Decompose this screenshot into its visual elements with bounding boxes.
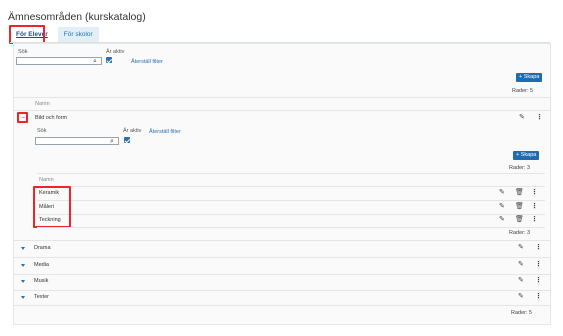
sub-table-row[interactable]: Keramik ✎ 🗑 ⋮	[37, 186, 545, 201]
row-name: Media	[34, 262, 49, 268]
caret-down-icon[interactable]	[21, 247, 25, 250]
sub-active-checkbox[interactable]	[124, 137, 130, 143]
pencil-icon[interactable]: ✎	[499, 203, 505, 210]
row-name: Drama	[34, 245, 51, 251]
caret-down-icon[interactable]	[21, 296, 25, 299]
rows-count: Rader: 5	[512, 88, 534, 94]
sub-rows-count-top: Rader: 3	[509, 165, 531, 171]
sub-table-row[interactable]: Teckning ✎ 🗑 ⋮	[37, 213, 545, 228]
sub-reset-filter-link[interactable]: Återställ filter	[149, 129, 181, 135]
kebab-icon[interactable]: ⋮	[531, 203, 538, 210]
kebab-icon[interactable]: ⋮	[535, 244, 542, 251]
pencil-icon[interactable]: ✎	[518, 261, 524, 268]
highlight-box-subrows	[33, 186, 71, 228]
row-name: Bild och form	[35, 115, 68, 121]
sub-column-header-name: Namn	[39, 177, 54, 183]
divider	[13, 305, 551, 306]
tab-for-skolor[interactable]: För skolor	[57, 27, 99, 42]
caret-down-icon[interactable]	[21, 280, 25, 283]
sub-rows-count-bottom: Rader: 3	[509, 230, 531, 236]
sub-active-label: Är aktiv	[123, 128, 142, 134]
table-row[interactable]: Media ✎ ⋮	[13, 258, 551, 273]
row-name: Musik	[34, 278, 49, 284]
active-checkbox[interactable]	[106, 57, 112, 63]
kebab-icon[interactable]: ⋮	[535, 277, 542, 284]
row-name: Texter	[34, 294, 49, 300]
pencil-icon[interactable]: ✎	[518, 293, 524, 300]
search-icon[interactable]: ⌕	[93, 58, 97, 65]
page-title: Ämnesområden (kurskatalog)	[8, 11, 146, 23]
sub-search-label: Sök	[37, 128, 47, 134]
sub-search-icon[interactable]: ⌕	[110, 138, 114, 145]
table-row[interactable]: − Bild och form ✎ ⋮	[14, 111, 550, 126]
table-row[interactable]: Texter ✎ ⋮	[13, 290, 551, 305]
sub-search-input[interactable]	[35, 137, 119, 145]
caret-down-icon[interactable]	[21, 264, 25, 267]
highlight-box-expand	[17, 112, 28, 123]
trash-icon[interactable]: 🗑	[515, 189, 524, 196]
active-label: Är aktiv	[106, 49, 125, 55]
trash-icon[interactable]: 🗑	[515, 203, 524, 210]
pencil-icon[interactable]: ✎	[499, 216, 505, 223]
divider	[37, 173, 545, 174]
table-row[interactable]: Drama ✎ ⋮	[13, 241, 551, 256]
kebab-icon[interactable]: ⋮	[536, 114, 543, 121]
pencil-icon[interactable]: ✎	[518, 244, 524, 251]
pencil-icon[interactable]: ✎	[499, 189, 505, 196]
trash-icon[interactable]: 🗑	[515, 216, 524, 223]
rows-count-bottom: Rader: 5	[511, 310, 533, 316]
kebab-icon[interactable]: ⋮	[535, 293, 542, 300]
pencil-icon[interactable]: ✎	[519, 114, 525, 121]
pencil-icon[interactable]: ✎	[518, 277, 524, 284]
kebab-icon[interactable]: ⋮	[535, 261, 542, 268]
sub-create-button[interactable]: + Skapa	[513, 151, 540, 160]
table-row[interactable]: Musik ✎ ⋮	[13, 274, 551, 289]
kebab-icon[interactable]: ⋮	[531, 216, 538, 223]
search-input[interactable]	[16, 57, 102, 65]
search-label: Sök	[18, 49, 28, 55]
reset-filter-link[interactable]: Återställ filter	[131, 59, 163, 65]
kebab-icon[interactable]: ⋮	[531, 189, 538, 196]
create-button[interactable]: + Skapa	[516, 73, 543, 82]
column-header-name: Namn	[35, 101, 50, 107]
divider	[14, 97, 550, 98]
divider	[37, 227, 545, 228]
